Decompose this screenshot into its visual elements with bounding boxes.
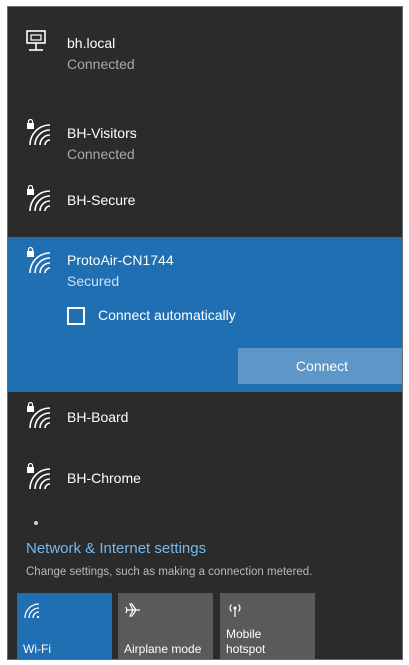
connect-automatically-label[interactable]: Connect automatically: [98, 307, 236, 323]
network-item-bh-secure[interactable]: BH-Secure: [8, 185, 402, 225]
network-settings-link[interactable]: Network & Internet settings: [26, 540, 206, 557]
wifi-secured-icon: [27, 185, 51, 212]
wifi-secured-icon: [27, 463, 51, 490]
connect-button[interactable]: Connect: [238, 348, 402, 384]
hotspot-icon: [229, 604, 241, 617]
more-networks-indicator: [34, 521, 38, 525]
network-name: ProtoAir-CN1744: [67, 252, 174, 268]
wifi-secured-icon: [27, 119, 51, 146]
network-name: BH-Board: [67, 409, 129, 425]
network-name: BH-Secure: [67, 192, 136, 208]
network-item-bh-visitors[interactable]: BH-Visitors Connected: [8, 119, 402, 169]
network-item-bh-chrome[interactable]: BH-Chrome: [8, 463, 402, 503]
mobile-hotspot-tile[interactable]: Mobile hotspot: [220, 593, 315, 659]
network-item-protoair-selected[interactable]: ProtoAir-CN1744 Secured Connect automati…: [8, 237, 402, 392]
wifi-icon: [24, 603, 40, 619]
wifi-secured-icon: [27, 402, 51, 429]
connect-automatically-checkbox[interactable]: [67, 307, 85, 325]
network-row: ProtoAir-CN1744 Secured: [8, 247, 402, 297]
airplane-icon: [125, 603, 140, 617]
network-name: BH-Visitors: [67, 125, 137, 141]
network-status: Connected: [67, 146, 135, 162]
wifi-toggle-tile[interactable]: Wi-Fi: [17, 593, 112, 659]
network-status: Connected: [67, 56, 135, 72]
network-item-bh-board[interactable]: BH-Board: [8, 402, 402, 442]
tile-label: Mobile hotspot: [226, 627, 265, 657]
wifi-secured-icon: [27, 247, 51, 274]
ethernet-icon: [26, 30, 46, 51]
airplane-mode-tile[interactable]: Airplane mode: [118, 593, 213, 659]
network-status: Secured: [67, 273, 120, 289]
network-item-bh-local[interactable]: bh.local Connected: [8, 27, 402, 77]
network-name: BH-Chrome: [67, 470, 141, 486]
tile-label-line2: hotspot: [226, 642, 266, 656]
tile-label: Wi-Fi: [23, 642, 51, 656]
tile-label-line1: Mobile: [226, 627, 262, 641]
network-flyout: bh.local Connected BH-Visitors Connected…: [7, 6, 403, 660]
network-settings-description: Change settings, such as making a connec…: [26, 566, 313, 578]
tile-label: Airplane mode: [124, 642, 202, 656]
network-name: bh.local: [67, 35, 116, 51]
